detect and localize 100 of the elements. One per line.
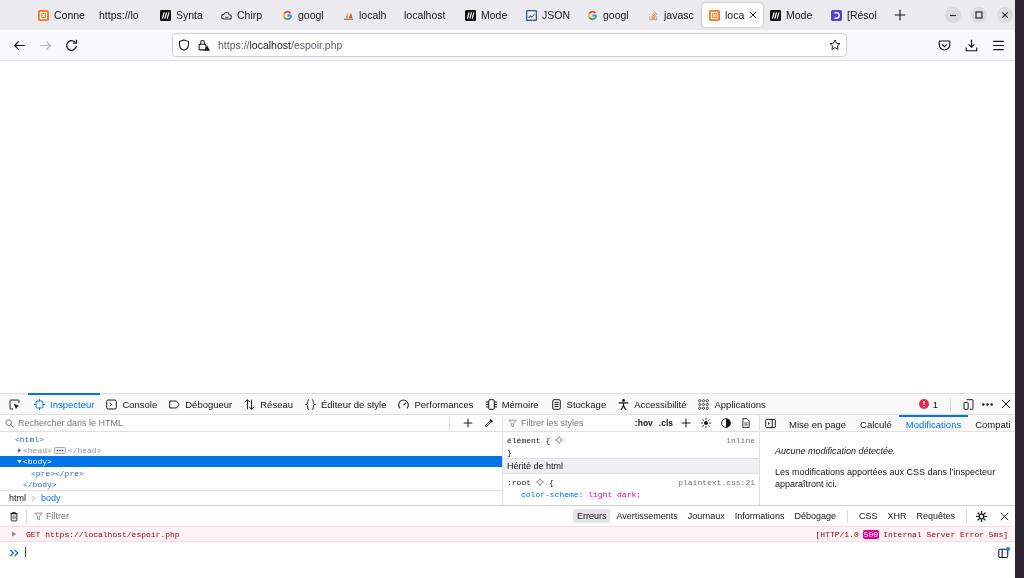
filter-icon bbox=[508, 418, 517, 428]
devtools-tab[interactable]: Éditeur de style bbox=[299, 393, 393, 414]
stack-icon bbox=[648, 9, 659, 21]
browser-tab[interactable]: googl bbox=[275, 3, 336, 27]
browser-tab[interactable]: Chirp bbox=[214, 3, 275, 27]
browser-tab[interactable]: [Résol bbox=[824, 3, 885, 27]
stripe-tile-icon bbox=[465, 9, 476, 21]
filter-button[interactable]: Avertissements bbox=[612, 509, 682, 523]
search-field[interactable]: Rechercher dans le HTML bbox=[18, 416, 438, 430]
menu-icon[interactable] bbox=[992, 38, 1005, 52]
plus-icon[interactable] bbox=[463, 418, 473, 428]
sidebar-toggle-icon[interactable] bbox=[765, 417, 776, 429]
sidebar-tab[interactable]: Calculé bbox=[853, 415, 899, 431]
browser-tab[interactable]: localhost bbox=[397, 3, 458, 27]
css-source-link[interactable]: plaintext.css:21 bbox=[678, 477, 755, 487]
devtools-tab[interactable]: Stockage bbox=[544, 393, 613, 414]
settings-icon[interactable] bbox=[976, 510, 987, 522]
css-source-link[interactable]: inline bbox=[726, 435, 755, 445]
toggle-button[interactable]: :hov bbox=[634, 418, 653, 428]
css-declaration[interactable]: color-scheme: light dark; bbox=[521, 489, 642, 499]
filter-button[interactable]: Informations bbox=[730, 509, 789, 523]
pick-element-icon[interactable] bbox=[9, 398, 20, 410]
download-icon[interactable] bbox=[965, 38, 978, 52]
toggle-button[interactable]: .cls bbox=[658, 418, 673, 428]
back-icon[interactable] bbox=[12, 38, 26, 52]
browser-tab[interactable]: https://lo bbox=[92, 3, 153, 27]
sidebar-tab[interactable]: Modifications bbox=[898, 415, 969, 431]
close-icon[interactable] bbox=[1001, 399, 1011, 409]
split-panel-icon[interactable] bbox=[998, 547, 1010, 559]
browser-tab[interactable]: loca bbox=[702, 3, 763, 27]
filter-button[interactable]: XHR bbox=[883, 509, 911, 523]
minimize-icon[interactable] bbox=[945, 7, 961, 23]
console-message[interactable]: GET https://localhost/espoir.php [HTTP/1.0 500 Internal Server Error 5ms] bbox=[0, 526, 1015, 542]
stripe-tile-icon bbox=[160, 9, 171, 21]
trash-icon[interactable] bbox=[9, 510, 19, 522]
close-icon[interactable] bbox=[997, 7, 1013, 23]
device-icon[interactable] bbox=[963, 398, 974, 410]
markup-row[interactable]: <pre></pre> bbox=[0, 467, 502, 479]
devtools-tab[interactable]: Réseau bbox=[238, 393, 299, 414]
markup-row[interactable]: <body> bbox=[0, 456, 502, 468]
devtools-tab[interactable]: Console bbox=[100, 393, 164, 414]
sidebar-tab[interactable]: Mise en page bbox=[782, 415, 854, 431]
browser-tab[interactable]: JSON bbox=[519, 3, 580, 27]
breadcrumb[interactable]: body bbox=[41, 493, 61, 503]
triangle-icon[interactable] bbox=[16, 459, 22, 465]
browser-tab[interactable]: Synta bbox=[153, 3, 214, 27]
browser-tab[interactable]: Mode bbox=[763, 3, 824, 27]
filter-field[interactable]: Filtrer bbox=[46, 509, 571, 523]
filter-button[interactable]: Requêtes bbox=[912, 509, 959, 523]
reload-icon[interactable] bbox=[64, 38, 78, 52]
css-selector: :root bbox=[507, 477, 531, 487]
contrast-icon[interactable] bbox=[721, 418, 731, 428]
browser-tab[interactable]: googl bbox=[580, 3, 641, 27]
devtools-tab[interactable]: Inspecteur bbox=[28, 393, 101, 414]
page-icon[interactable] bbox=[741, 418, 751, 428]
prompt-icon bbox=[9, 549, 19, 557]
filter-button[interactable]: Débogage bbox=[790, 509, 840, 523]
chevron-shield-icon[interactable] bbox=[938, 38, 951, 52]
triangle-icon[interactable] bbox=[11, 531, 17, 537]
plus-icon[interactable] bbox=[681, 418, 691, 428]
plus-icon[interactable] bbox=[894, 9, 906, 21]
browser-tab[interactable]: javasc bbox=[641, 3, 702, 27]
filter-button[interactable]: CSS bbox=[854, 509, 882, 523]
person-icon bbox=[618, 399, 630, 410]
sidebar-tab[interactable]: Compati bbox=[968, 415, 1018, 431]
tag-icon bbox=[169, 399, 181, 410]
devtools-tab[interactable]: Mémoire bbox=[479, 393, 545, 414]
filter-button[interactable]: Journaux bbox=[683, 509, 729, 523]
error-count-button[interactable]: 1 bbox=[918, 398, 938, 410]
markup-row[interactable]: <html> bbox=[0, 433, 502, 445]
close-icon[interactable] bbox=[749, 11, 758, 19]
triangle-icon[interactable] bbox=[16, 447, 22, 453]
filter-button[interactable]: Erreurs bbox=[572, 509, 611, 523]
shield-icon[interactable] bbox=[178, 39, 190, 51]
sun-icon[interactable] bbox=[701, 418, 711, 428]
inherited-header: Hérité de html bbox=[503, 458, 759, 474]
breadcrumb[interactable]: html bbox=[9, 493, 26, 503]
devtools-tab[interactable]: Applications bbox=[692, 393, 772, 414]
chart-tile-icon bbox=[526, 9, 537, 21]
browser-tab[interactable]: Mode bbox=[458, 3, 519, 27]
lock-warning-icon[interactable] bbox=[198, 39, 210, 51]
filter-field[interactable]: Filtrer les styles bbox=[521, 416, 629, 430]
close-icon[interactable] bbox=[1000, 511, 1009, 521]
star-icon[interactable] bbox=[829, 39, 841, 51]
devtools-tab[interactable]: Performances bbox=[392, 393, 480, 414]
ellipsis-icon[interactable] bbox=[53, 446, 66, 454]
devtools-tab[interactable]: Débogueur bbox=[163, 393, 239, 414]
address-field[interactable]: https://localhost/espoir.php bbox=[172, 33, 847, 57]
markup-row[interactable]: <head> </head> bbox=[0, 444, 502, 457]
status-protocol: [HTTP/1.0 bbox=[815, 529, 859, 539]
document-icon bbox=[550, 399, 562, 410]
devtools-tab[interactable]: Accessibilité bbox=[612, 393, 693, 414]
browser-tab[interactable]: Conne bbox=[31, 3, 92, 27]
dot-grid-icon bbox=[698, 399, 710, 410]
browser-tab[interactable]: localh bbox=[336, 3, 397, 27]
maximize-icon[interactable] bbox=[971, 7, 987, 23]
eyedropper-icon[interactable] bbox=[484, 418, 494, 428]
more-icon[interactable] bbox=[982, 402, 993, 406]
markup-row[interactable]: </body> bbox=[0, 478, 502, 490]
chevron-icon bbox=[31, 494, 36, 502]
